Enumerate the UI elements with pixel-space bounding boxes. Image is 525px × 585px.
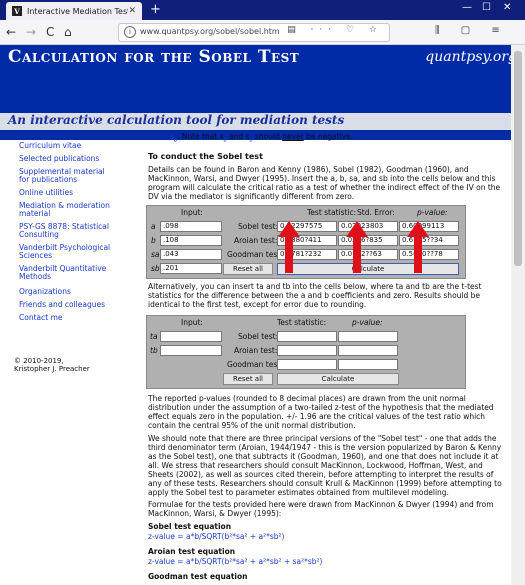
reset-all-button-2[interactable]: Reset all [223, 373, 273, 385]
copyright-author: Kristopher J. Preacher [14, 365, 90, 373]
subtitle-bar: An interactive calculation tool for medi… [0, 113, 511, 130]
url-action-icons[interactable]: ▤ ··· ♡ ☆ [287, 25, 383, 35]
aroian-label: Aroian test: [234, 236, 278, 245]
sa-label: sa [151, 250, 160, 259]
note-never: never [282, 132, 304, 141]
sidebar-item-mediation[interactable]: Mediation & moderation material [19, 202, 114, 218]
subtitle: An interactive calculation tool for medi… [8, 113, 345, 127]
ta-label: ta [150, 332, 158, 341]
intro-text: Details can be found in Baron and Kenny … [148, 165, 501, 201]
info-icon[interactable]: i [124, 26, 136, 38]
back-icon[interactable]: ← [6, 24, 16, 40]
scrollbar-thumb[interactable] [514, 51, 522, 266]
pvalue-header: p-value: [417, 208, 448, 217]
sobel-p-2[interactable] [338, 331, 398, 342]
note-mid: and s [226, 132, 250, 141]
calculate-button-2[interactable]: Calculate [277, 373, 399, 385]
aroian-stat-2[interactable] [277, 345, 337, 356]
goodman-label-2: Goodman test: [227, 360, 283, 369]
tb-label: tb [150, 346, 158, 355]
goodman-p-2[interactable] [338, 359, 398, 370]
note-line: sb. Note that sa and sb should never be … [170, 132, 354, 144]
tab-title: Interactive Mediation Tests [27, 6, 129, 16]
section-heading: To conduct the Sobel test [148, 152, 263, 161]
sidebar-item-friends[interactable]: Friends and colleagues [19, 301, 105, 309]
reset-all-button[interactable]: Reset all [223, 263, 273, 275]
red-arrow-1 [278, 221, 300, 273]
reload-icon[interactable]: C [46, 24, 54, 40]
reported-text: The reported p-values (rounded to 8 deci… [148, 394, 494, 430]
home-icon[interactable]: ⌂ [64, 24, 72, 40]
aroian-equation-heading: Aroian test equation [148, 547, 236, 556]
url-text: www.quantpsy.org/sobel/sobel.htm [140, 27, 280, 36]
site-favicon-icon: V [12, 6, 22, 16]
toolbar-icons[interactable]: ⫼ ▢ ≡ [435, 25, 509, 36]
sidebar-item-utilities[interactable]: Online utilities [19, 189, 73, 197]
minimize-icon[interactable]: — [462, 2, 472, 13]
formulae-text: Formulae for the tests provided here wer… [148, 500, 494, 518]
tab-active[interactable]: V Interactive Mediation Tests ✕ [6, 2, 142, 20]
sidebar-item-psy-gs[interactable]: PSY-GS 8878: Statistical Consulting [19, 223, 114, 239]
page-title: Calculation for the Sobel Test [8, 47, 300, 67]
aroian-label-2: Aroian test: [234, 346, 278, 355]
sa-input[interactable]: .043 [160, 249, 222, 260]
copyright: © 2010-2019, Kristopher J. Preacher [14, 357, 90, 373]
new-tab-button[interactable]: + [150, 3, 161, 17]
tb-input[interactable] [160, 345, 222, 356]
sidebar-item-organizations[interactable]: Organizations [19, 288, 71, 296]
alt-text: Alternatively, you can insert ta and tb … [148, 282, 482, 309]
input-header: Input: [181, 208, 203, 217]
t-test-calculator: Input: Test statistic: p-value: ta tb So… [146, 315, 466, 389]
sobel-label-2: Sobel test: [238, 332, 279, 341]
goodman-equation-heading: Goodman test equation [148, 572, 248, 581]
tab-close-icon[interactable]: ✕ [128, 6, 136, 16]
sidebar-item-cv[interactable]: Curriculum vitae [19, 142, 81, 150]
ta-input[interactable] [160, 331, 222, 342]
versions-text: We should note that there are three prin… [148, 434, 502, 497]
b-label: b [151, 236, 156, 245]
sobel-stat-2[interactable] [277, 331, 337, 342]
red-arrow-3 [407, 221, 429, 273]
sobel-equation-heading: Sobel test equation [148, 522, 232, 531]
calculate-button[interactable]: Calculate [277, 263, 459, 275]
note-tail: be negative. [306, 132, 354, 141]
nav-bar: ← → C ⌂ i www.quantpsy.org/sobel/sobel.h… [0, 20, 525, 45]
sidebar-item-supplemental[interactable]: Supplemental material for publications [19, 168, 114, 184]
stat-header-2: Test statistic: [277, 318, 327, 327]
sidebar-item-vanderbilt-quant[interactable]: Vanderbilt Quantitative Methods [19, 265, 114, 281]
tab-bar: V Interactive Mediation Tests ✕ + — ☐ ✕ [0, 0, 525, 20]
sidebar-item-contact[interactable]: Contact me [19, 314, 62, 322]
a-input[interactable]: .098 [160, 221, 222, 232]
stderr-header: Std. Error: [357, 208, 395, 217]
url-bar[interactable]: i www.quantpsy.org/sobel/sobel.htm ▤ ···… [118, 23, 390, 42]
a-label: a [151, 222, 156, 231]
sidebar-item-publications[interactable]: Selected publications [19, 155, 99, 163]
pvalue-header-2: p-value: [352, 318, 383, 327]
sidebar-item-vanderbilt-psych[interactable]: Vanderbilt Psychological Sciences [19, 244, 114, 260]
note-end: should [252, 132, 280, 141]
aroian-p-2[interactable] [338, 345, 398, 356]
sb-label: sb [151, 264, 160, 273]
b-input[interactable]: .108 [160, 235, 222, 246]
copyright-line: © 2010-2019, [14, 357, 64, 365]
sobel-label: Sobel test: [238, 222, 279, 231]
stat-header: Test statistic: [307, 208, 357, 217]
input-header-2: Input: [181, 318, 203, 327]
forward-icon[interactable]: → [26, 24, 36, 40]
note-text: . Note that s [177, 132, 224, 141]
goodman-stat-2[interactable] [277, 359, 337, 370]
section-title: To conduct the Sobel test [148, 152, 506, 161]
scrollbar[interactable] [511, 45, 525, 585]
sb-input[interactable]: .201 [160, 263, 222, 274]
window-close-icon[interactable]: ✕ [503, 2, 511, 13]
goodman-label: Goodman test: [227, 250, 283, 259]
site-name: quantpsy.org [425, 49, 517, 65]
red-arrow-2 [346, 221, 368, 273]
sobel-equation: z-value = a*b/SQRT(b²*sa² + a²*sb²) [148, 532, 285, 541]
maximize-icon[interactable]: ☐ [482, 2, 491, 13]
aroian-equation: z-value = a*b/SQRT(b²*sa² + a²*sb² + sa²… [148, 557, 323, 566]
